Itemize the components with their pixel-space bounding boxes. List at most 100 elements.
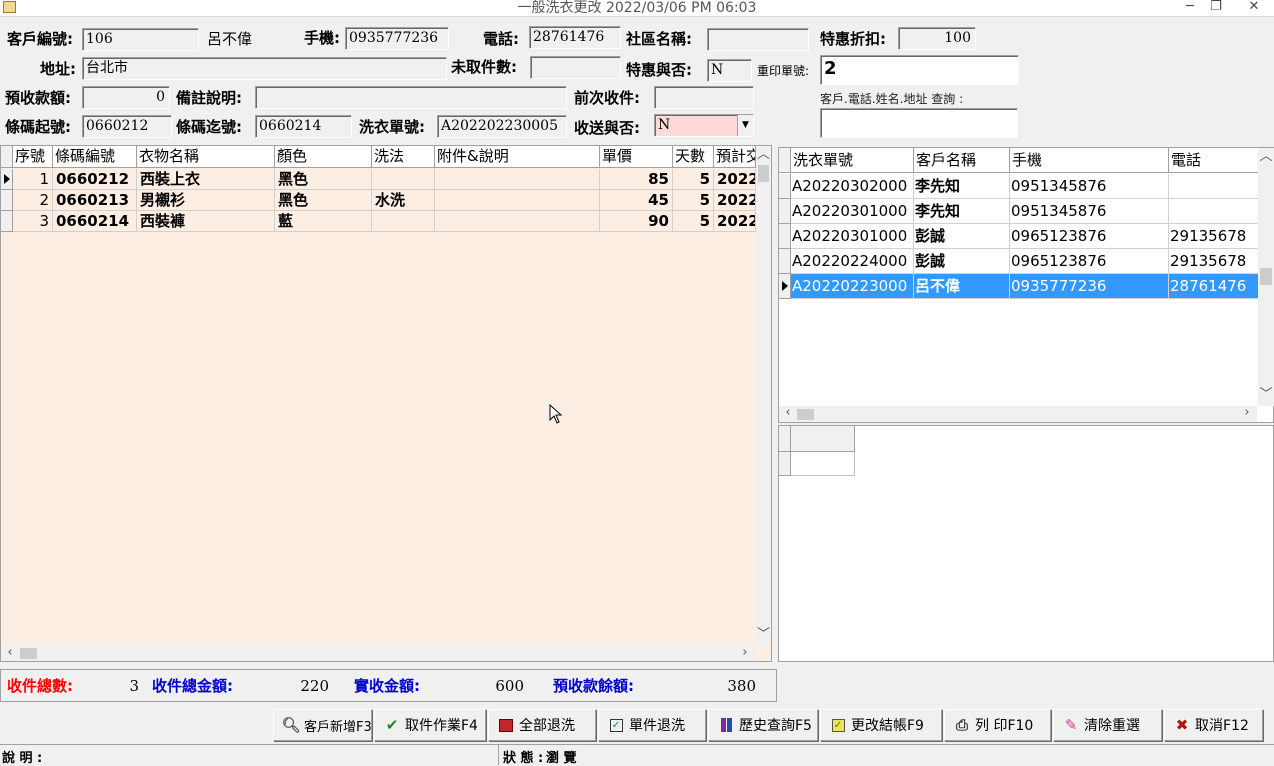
close-icon[interactable]: ✕ [1240,0,1268,16]
scroll-thumb[interactable] [758,165,769,182]
orders-cell[interactable]: A20220301000 [791,224,914,249]
row-indicator[interactable] [1,190,13,211]
barcode-to-field[interactable]: 0660214 [255,115,352,138]
items-cell[interactable]: 2022. [714,190,756,211]
items-cell[interactable]: 2 [13,190,53,211]
reprint-field[interactable]: 2 [820,55,1019,85]
items-cell[interactable]: 西裝上衣 [137,169,275,190]
orders-vscroll[interactable]: ︿ ﹀ [1258,148,1274,406]
row-indicator[interactable] [779,249,791,274]
items-vscroll[interactable]: ︿ ﹀ [756,146,771,646]
address-field[interactable]: 台北市 [82,57,447,80]
items-cell[interactable]: 0660212 [53,169,137,190]
row-indicator[interactable] [779,199,791,224]
orders-cell[interactable]: 0965123876 [1010,249,1169,274]
selected-order-cell[interactable]: 0935777236 [1010,274,1169,299]
scroll-left-icon[interactable]: ‹ [782,406,794,420]
scroll-down-icon[interactable]: ﹀ [1258,388,1274,402]
clear-button[interactable]: ✎ 清除重選 [1053,709,1162,741]
mobile-field[interactable]: 0935777236 [345,27,449,50]
hscroll-thumb[interactable] [20,648,37,659]
items-cell[interactable] [435,190,600,211]
items-cell[interactable] [435,169,600,190]
scroll-left-icon[interactable]: ‹ [4,646,16,660]
scroll-right-icon[interactable]: › [1241,406,1253,420]
change-settle-button[interactable]: ✓ 更改結帳F9 [820,709,942,741]
items-cell[interactable]: 2022. [714,169,756,190]
items-cell[interactable]: 0660213 [53,190,137,211]
barcode-from-field[interactable]: 0660212 [82,115,172,138]
orders-cell[interactable]: 李先知 [914,174,1010,199]
items-cell[interactable]: 90 [600,211,673,232]
selected-order-cell[interactable]: A20220223000 [791,274,914,299]
orders-cell[interactable]: 0951345876 [1010,199,1169,224]
note-field[interactable] [255,86,567,109]
selected-order-cell[interactable]: 28761476 [1169,274,1259,299]
phone-field[interactable]: 28761476 [529,26,621,49]
items-cell[interactable]: 3 [13,211,53,232]
cancel-button[interactable]: ✖ 取消F12 [1164,709,1263,741]
orders-cell[interactable]: A20220224000 [791,249,914,274]
orders-cell[interactable]: A20220301000 [791,199,914,224]
items-cell[interactable]: 藍 [275,211,372,232]
delivery-select[interactable]: N ▼ [654,114,754,137]
return-all-button[interactable]: 全部退洗 [488,709,596,741]
orders-hscroll[interactable]: ‹ › [779,406,1257,422]
row-indicator[interactable] [779,274,791,299]
row-indicator[interactable] [779,224,791,249]
special-field[interactable]: N [707,59,752,82]
orders-cell[interactable] [1169,199,1259,224]
order-field[interactable]: A202202230005 [437,115,567,138]
discount-field[interactable]: 100 [898,27,976,50]
items-cell[interactable]: 黑色 [275,169,372,190]
cust-no-field[interactable]: 106 [82,28,199,51]
scroll-right-icon[interactable]: › [739,646,751,660]
orders-cell[interactable] [1169,174,1259,199]
detail-cell[interactable] [791,452,855,476]
row-indicator[interactable] [1,211,13,232]
items-cell[interactable] [372,169,435,190]
unpicked-field[interactable] [530,56,621,79]
orders-cell[interactable]: 29135678 [1169,249,1259,274]
search-input[interactable] [820,108,1018,138]
items-cell[interactable]: 黑色 [275,190,372,211]
chevron-down-icon[interactable]: ▼ [737,115,753,136]
orders-cell[interactable]: 0951345876 [1010,174,1169,199]
prepaid-field[interactable]: 0 [82,86,170,109]
scroll-up-icon[interactable]: ︿ [1258,150,1274,164]
add-customer-button[interactable]: 🔍︎ 客戶新增F3 [273,709,372,741]
scroll-up-icon[interactable]: ︿ [756,148,771,162]
items-cell[interactable]: 45 [600,190,673,211]
maximize-icon[interactable]: ❐ [1206,0,1226,16]
items-cell[interactable] [435,211,600,232]
scroll-down-icon[interactable]: ﹀ [756,628,771,642]
print-button[interactable]: ⎙ 列 印F10 [944,709,1051,741]
orders-cell[interactable]: 李先知 [914,199,1010,224]
history-button[interactable]: 歷史查詢F5 [708,709,818,741]
row-indicator[interactable] [779,174,791,199]
orders-cell[interactable]: 彭誠 [914,249,1010,274]
items-cell[interactable]: 0660214 [53,211,137,232]
hscroll-thumb[interactable] [797,409,814,420]
minimize-icon[interactable]: ─ [1180,0,1200,16]
items-cell[interactable]: 男襯衫 [137,190,275,211]
items-cell[interactable]: 5 [673,169,714,190]
items-cell[interactable]: 水洗 [372,190,435,211]
items-cell[interactable]: 西裝褲 [137,211,275,232]
items-cell[interactable] [372,211,435,232]
row-indicator[interactable] [1,169,13,190]
orders-cell[interactable]: 0965123876 [1010,224,1169,249]
selected-order-cell[interactable]: 呂不偉 [914,274,1010,299]
items-cell[interactable]: 1 [13,169,53,190]
community-field[interactable] [707,28,809,51]
return-single-button[interactable]: ✓ 單件退洗 [598,709,706,741]
items-hscroll[interactable]: ‹ › [1,646,756,661]
pickup-button[interactable]: ✔ 取件作業F4 [374,709,486,741]
items-cell[interactable]: 5 [673,190,714,211]
items-cell[interactable]: 2022. [714,211,756,232]
items-cell[interactable]: 85 [600,169,673,190]
prev-field[interactable] [654,86,754,109]
orders-cell[interactable]: A20220302000 [791,174,914,199]
orders-cell[interactable]: 彭誠 [914,224,1010,249]
items-cell[interactable]: 5 [673,211,714,232]
